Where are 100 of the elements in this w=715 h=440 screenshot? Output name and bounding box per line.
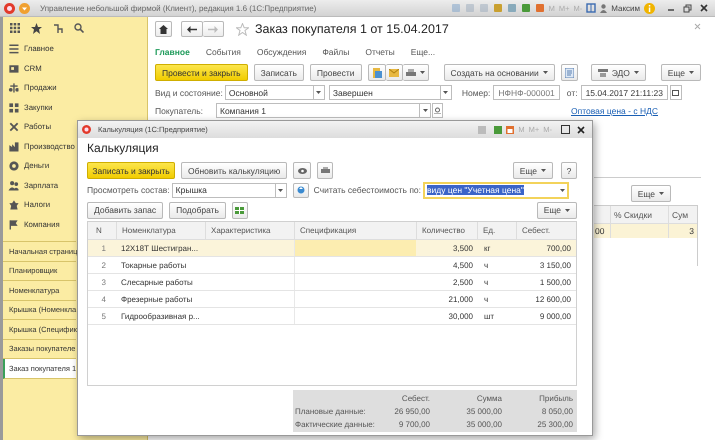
pick-button[interactable]: Подобрать [169,202,226,218]
print-button[interactable] [402,64,429,81]
date-field[interactable]: 15.04.2017 21:11:23 [580,85,668,100]
print-button[interactable] [317,162,334,179]
post-and-close-button[interactable]: Провести и закрыть [155,64,248,81]
dropdown-field[interactable]: Завершен [328,85,441,100]
report-button[interactable] [560,64,578,81]
totals-label: Плановые данные: [294,406,367,418]
tools-icon [8,122,19,132]
user-icon [600,4,608,12]
table-cell-text: 00 [594,225,606,238]
dropdown-field[interactable]: Основной [224,85,314,100]
totals-value: 35 000,00 [465,419,503,431]
caret-icon [659,192,664,195]
refresh-button[interactable] [292,182,309,198]
user-name[interactable]: Максим [611,4,640,12]
apps-icon[interactable] [10,23,20,33]
calendar-icon [672,90,680,96]
envelope-icon [388,68,399,76]
printer-icon [320,167,330,174]
totals-value: 8 050,00 [540,406,574,418]
caret-icon [565,208,570,212]
report-icon [564,68,574,78]
table-cell-text: 3,500 [452,242,474,254]
save-button[interactable]: Записать [254,64,304,81]
form-tab[interactable]: Главное [155,47,190,57]
table-cell-text: 12 600,00 [534,294,572,306]
document-button[interactable] [368,64,386,81]
document-title: Заказ покупателя 1 от 15.04.2017 [255,22,449,36]
dialog-title: Калькуляция [87,141,160,157]
field-label: Вид и состояние: [155,88,223,98]
save-and-close-button[interactable]: Записать и закрыть [87,162,175,179]
price-type-field[interactable]: виду цен "Учетная цена" [423,182,570,198]
printer-icon [406,68,416,76]
table-button[interactable] [232,202,248,218]
form-tab[interactable]: Отчеты [365,47,395,57]
tool-icon[interactable] [520,3,531,13]
caret-icon [443,91,448,94]
close-icon[interactable] [700,4,708,12]
home-button[interactable] [155,21,172,37]
back-button[interactable] [181,21,203,37]
form-tab[interactable]: События [206,47,241,57]
totals-value: 26 950,00 [393,406,431,418]
table-cell-text: 2,500 [452,276,474,288]
create-based-on-button[interactable]: Создать на основании [444,64,555,81]
logo-icon [4,2,15,14]
table-cell-text: 9 000,00 [538,310,572,322]
table-cell-text: Фрезерные работы [120,294,194,306]
totals-header: Прибыль [538,393,574,405]
tool-icon[interactable] [534,3,545,13]
more-button[interactable]: Еще [536,202,577,218]
help-button[interactable]: ? [561,162,577,179]
totals-value: 9 700,00 [398,419,431,431]
dropdown-button[interactable] [440,85,452,100]
totals-label: Фактические данные: [294,419,376,431]
form-tab[interactable]: Файлы [322,47,350,57]
more-button[interactable]: Еще [512,162,553,179]
dropdown-button[interactable] [420,103,431,118]
caret-icon [278,188,284,192]
forward-arrow-icon [208,26,218,32]
totals-value: 25 300,00 [536,419,574,431]
restore-icon[interactable] [683,4,692,12]
form-tab[interactable]: Еще... [410,47,436,57]
dropdown-button[interactable] [314,85,325,100]
table-cell-text: ч [483,276,490,288]
column-header: Характеристика [205,222,294,239]
history-icon[interactable] [53,22,63,34]
preview-button[interactable] [293,162,312,179]
calendar-icon[interactable] [506,126,514,134]
window-title: Управление небольшой фирмой (Клиент), редакция 1.6 (1С:Предприятие) [40,4,316,12]
field-label: Покупатель: [155,106,204,116]
star-icon[interactable] [236,22,249,36]
field-label: Просмотреть состав: [87,185,170,195]
number-field[interactable]: НФНФ-000001 [493,85,560,100]
edo-button[interactable]: ЭДО [590,64,646,81]
table-cell-text: Слесарные работы [120,276,194,289]
refresh-calculation-button[interactable]: Обновить калькуляцию [181,162,288,179]
panel-icon[interactable] [586,3,596,13]
search-icon[interactable] [74,23,84,33]
table-cell-text: ч [483,260,490,272]
mail-button[interactable] [386,64,403,81]
caret-icon [542,71,548,74]
close-icon[interactable] [577,126,585,134]
calendar-button[interactable] [670,85,682,100]
more-button[interactable]: Еще [660,64,701,81]
post-button[interactable]: Провести [310,64,362,81]
dropdown-button[interactable] [276,182,287,198]
column-header: Номенклатура [116,222,205,239]
home-icon [159,24,168,34]
caret-icon [316,91,322,94]
maximize-icon[interactable] [561,125,570,134]
field-label: Считать себестоимость по: [314,185,422,195]
star-icon[interactable] [31,22,42,34]
open-button[interactable] [432,103,443,118]
composition-field[interactable]: Крышка [172,182,276,198]
price-link[interactable]: Оптовая цена - с НДС [571,106,658,116]
more-button[interactable]: Еще [630,185,671,202]
form-tab[interactable]: Обсуждения [256,47,306,57]
customer-field[interactable]: Компания 1 [216,103,420,118]
add-stock-button[interactable]: Добавить запас [87,202,164,218]
